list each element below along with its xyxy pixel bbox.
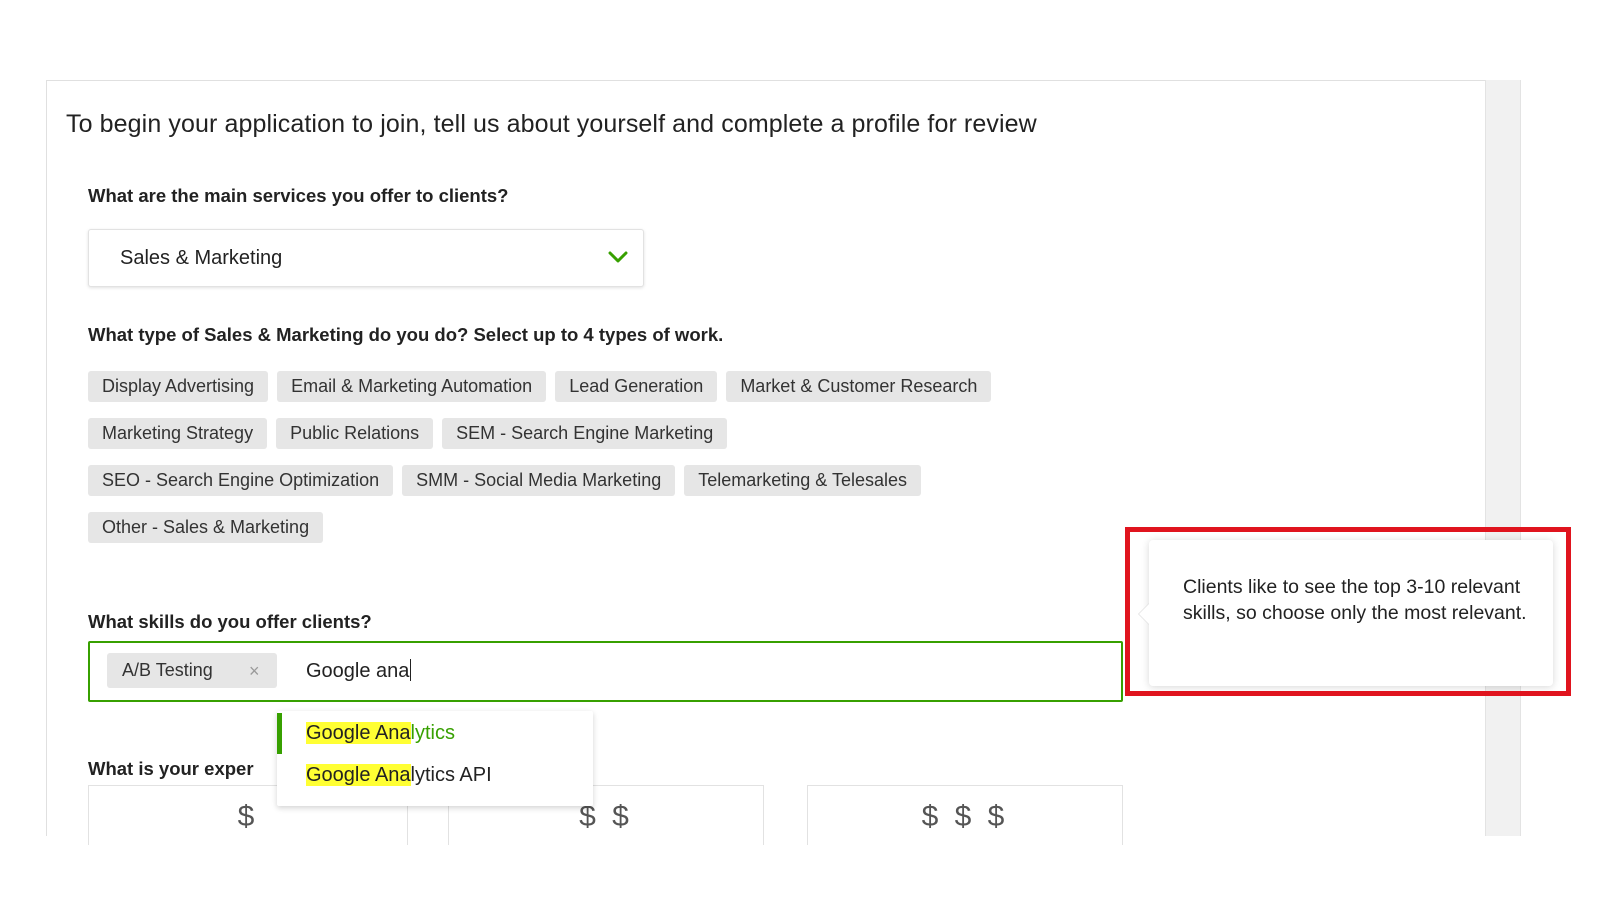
work-type-chip[interactable]: Marketing Strategy [88, 418, 268, 449]
work-type-chip[interactable]: Display Advertising [88, 371, 269, 402]
active-suggestion-indicator [277, 713, 282, 754]
work-type-chip[interactable]: Lead Generation [555, 371, 718, 402]
skills-typed-text[interactable]: Google ana [306, 659, 412, 683]
suggestion-google-analytics-api[interactable]: Google Analytics API [306, 764, 492, 787]
work-type-chip[interactable]: SEM - Search Engine Marketing [442, 418, 728, 449]
skill-token: A/B Testing × [107, 653, 277, 688]
skill-token-label: A/B Testing [122, 660, 213, 680]
chip-row: SEO - Search Engine Optimization SMM - S… [88, 465, 1138, 496]
work-types-question: What type of Sales & Marketing do you do… [88, 324, 724, 345]
services-select[interactable]: Sales & Marketing [88, 229, 644, 287]
chevron-down-icon [608, 251, 628, 263]
work-type-chip[interactable]: SEO - Search Engine Optimization [88, 465, 394, 496]
services-select-value: Sales & Marketing [120, 247, 283, 269]
skill-suggestions-dropdown: Google Analytics Google Analytics API [277, 711, 593, 806]
services-question: What are the main services you offer to … [88, 185, 509, 206]
page-title: To begin your application to join, tell … [66, 110, 1037, 138]
work-type-chip[interactable]: SMM - Social Media Marketing [402, 465, 676, 496]
chip-row: Other - Sales & Marketing [88, 512, 1138, 543]
suggestion-google-analytics[interactable]: Google Analytics [306, 722, 455, 745]
work-type-chip[interactable]: Email & Marketing Automation [277, 371, 547, 402]
chip-row: Display Advertising Email & Marketing Au… [88, 371, 1138, 402]
experience-level-expert[interactable]: $ $ $ [807, 785, 1123, 845]
experience-question: What is your exper [88, 758, 254, 779]
annotation-highlight-box [1125, 527, 1571, 696]
skills-question: What skills do you offer clients? [88, 611, 372, 632]
work-type-chip[interactable]: Other - Sales & Marketing [88, 512, 324, 543]
work-type-chips: Display Advertising Email & Marketing Au… [88, 371, 1138, 559]
text-caret [410, 659, 412, 681]
work-type-chip[interactable]: Public Relations [276, 418, 434, 449]
remove-token-icon[interactable]: × [249, 661, 260, 682]
scrollbar-track[interactable] [1485, 80, 1521, 836]
chip-row: Marketing Strategy Public Relations SEM … [88, 418, 1138, 449]
skills-input[interactable]: A/B Testing × Google ana [88, 641, 1123, 702]
work-type-chip[interactable]: Telemarketing & Telesales [684, 465, 921, 496]
work-type-chip[interactable]: Market & Customer Research [726, 371, 992, 402]
